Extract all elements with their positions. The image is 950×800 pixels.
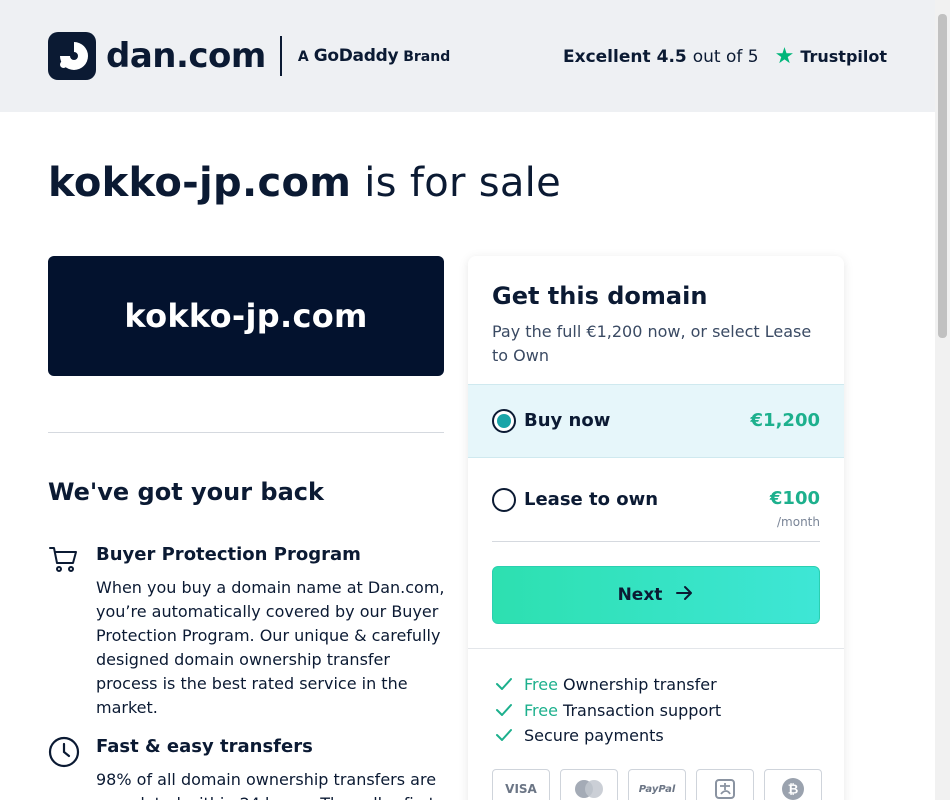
next-button[interactable]: Next (492, 566, 820, 624)
site-header: dan.com A GoDaddy Brand Excellent 4.5 ou… (0, 0, 935, 112)
domain-card: kokko-jp.com (48, 256, 444, 376)
perk-ownership-transfer: Free Ownership transfer (494, 674, 717, 694)
panel-divider (492, 541, 820, 542)
option-buy-now[interactable]: Buy now €1,200 (468, 384, 844, 458)
purchase-panel: Get this domain Pay the full €1,200 now,… (468, 256, 844, 800)
visa-icon: VISA (492, 769, 550, 800)
buy-now-label: Buy now (524, 410, 611, 431)
lease-radio[interactable] (492, 488, 516, 512)
godaddy-a: A (297, 49, 309, 65)
perk-free: Free (524, 674, 558, 694)
feature-title: Buyer Protection Program (96, 544, 361, 565)
trustpilot-rating[interactable]: Excellent 4.5 out of 5 ★ Trustpilot (563, 44, 887, 69)
check-icon (496, 729, 512, 741)
godaddy-name: GoDaddy (313, 46, 399, 66)
paypal-icon: PayPal (628, 769, 686, 800)
panel-subtitle: Pay the full €1,200 now, or select Lease… (492, 322, 812, 365)
lease-label: Lease to own (524, 489, 659, 510)
payment-methods: VISA PayPal ₿ (492, 769, 822, 800)
back-heading: We've got your back (48, 478, 324, 506)
title-domain: kokko-jp.com (48, 160, 352, 206)
page-title: kokko-jp.com is for sale (48, 160, 561, 206)
arrow-right-icon (674, 583, 694, 608)
godaddy-brand-word: Brand (403, 49, 451, 65)
section-divider (48, 432, 444, 433)
cart-icon (48, 544, 78, 578)
lease-price: €100 (769, 488, 820, 509)
logo-text: dan.com (106, 36, 266, 76)
feature-body: 98% of all domain ownership transfers ar… (96, 770, 437, 800)
dan-logo[interactable]: dan.com A GoDaddy Brand (48, 32, 450, 80)
feature-title: Fast & easy transfers (96, 736, 313, 757)
perk-transaction-support: Free Transaction support (494, 700, 721, 720)
rating-score: 4.5 (656, 46, 687, 67)
buy-now-price: €1,200 (750, 410, 820, 431)
domain-card-name: kokko-jp.com (124, 297, 368, 335)
check-icon (496, 678, 512, 690)
next-label: Next (617, 585, 663, 605)
buy-now-radio[interactable] (492, 409, 516, 433)
panel-divider-2 (468, 648, 844, 649)
svg-text:₿: ₿ (788, 783, 799, 798)
vertical-scrollbar[interactable] (935, 0, 950, 800)
godaddy-brand: A GoDaddy Brand (298, 46, 450, 66)
perk-text: Ownership transfer (563, 674, 717, 694)
scrollbar-thumb[interactable] (938, 14, 947, 338)
perk-secure-payments: Secure payments (494, 725, 664, 745)
check-icon (496, 704, 512, 716)
trustpilot-star-icon: ★ (774, 44, 795, 69)
alipay-icon (696, 769, 754, 800)
perk-text: Transaction support (563, 700, 722, 720)
option-lease-to-own[interactable]: Lease to own €100 /month (468, 458, 844, 542)
clock-icon (48, 736, 80, 772)
perk-free: Free (524, 700, 558, 720)
rating-outof: out of 5 (692, 46, 759, 67)
perk-text: Secure payments (524, 725, 664, 745)
feature-body: When you buy a domain name at Dan.com, y… (96, 578, 445, 717)
visa-label: VISA (505, 782, 537, 796)
rating-label: Excellent (563, 46, 651, 67)
lease-per-month: /month (777, 515, 820, 529)
paypal-label: PayPal (638, 783, 676, 795)
trustpilot-name: Trustpilot (800, 47, 887, 66)
mastercard-icon (560, 769, 618, 800)
panel-title: Get this domain (492, 282, 708, 310)
title-suffix: is for sale (351, 160, 562, 206)
dan-logo-icon (48, 32, 96, 80)
logo-divider (279, 36, 282, 76)
bitcoin-icon: ₿ (764, 769, 822, 800)
